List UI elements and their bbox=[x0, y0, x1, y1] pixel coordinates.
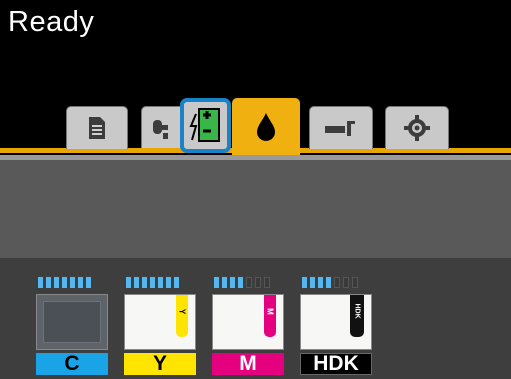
ink-level-meter bbox=[300, 268, 375, 288]
gear-icon bbox=[404, 115, 430, 141]
ink-cartridge-c[interactable]: C bbox=[36, 268, 111, 375]
tab-maintenance[interactable] bbox=[309, 106, 373, 149]
paper-adjust-icon bbox=[189, 107, 220, 142]
status-text: Ready bbox=[8, 6, 95, 38]
stripe-text: M bbox=[265, 308, 275, 315]
cartridge-image: HDK bbox=[300, 294, 372, 350]
cartridge-image: Y bbox=[124, 294, 196, 350]
paper-roll-icon bbox=[153, 119, 168, 139]
cartridge-image: M bbox=[212, 294, 284, 350]
ink-cartridge-hdk[interactable]: HDK HDK bbox=[300, 268, 375, 375]
menu-tab-bar bbox=[0, 96, 511, 159]
ink-level-meter bbox=[124, 268, 199, 288]
ink-level-meter bbox=[212, 268, 287, 288]
ink-status-panel: C Y Y M M HDK HDK bbox=[0, 258, 511, 379]
tab-setup[interactable] bbox=[385, 106, 449, 149]
ink-drop-icon bbox=[257, 113, 275, 141]
ink-cartridge-y[interactable]: Y Y bbox=[124, 268, 199, 375]
stripe-text: HDK bbox=[353, 303, 361, 319]
ink-cartridge-m[interactable]: M M bbox=[212, 268, 287, 375]
document-list-icon bbox=[89, 117, 105, 139]
wrench-icon bbox=[325, 121, 355, 136]
ink-label: M bbox=[212, 352, 284, 375]
ink-label: C bbox=[36, 352, 108, 375]
ink-label: HDK bbox=[300, 352, 372, 375]
info-area bbox=[0, 160, 511, 258]
printer-control-panel: Ready C Y Y M M HDK HDK bbox=[0, 0, 511, 379]
tab-print-queue[interactable] bbox=[66, 106, 128, 149]
stripe-text: Y bbox=[177, 308, 187, 315]
ink-label: Y bbox=[124, 352, 196, 375]
cartridge-image bbox=[36, 294, 108, 350]
tab-ink[interactable] bbox=[232, 98, 300, 155]
paper-adjust-highlight[interactable] bbox=[180, 98, 231, 153]
ink-level-meter bbox=[36, 268, 111, 288]
